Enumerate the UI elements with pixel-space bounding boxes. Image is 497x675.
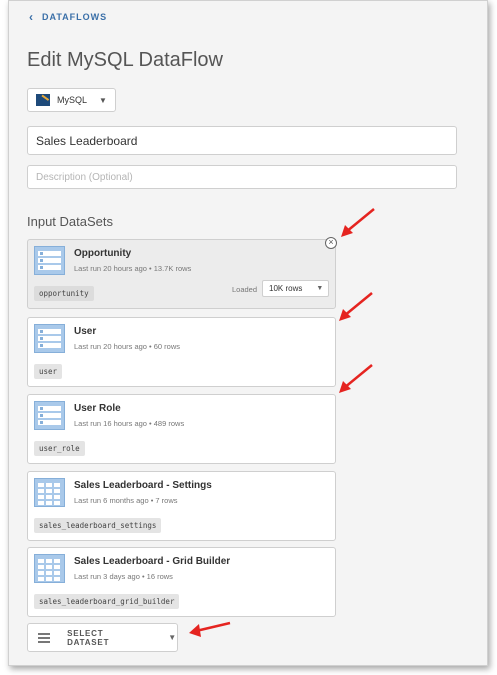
dataset-name: User Role [74, 403, 121, 414]
loaded-label: Loaded [232, 285, 258, 294]
mysql-logo-icon [36, 94, 50, 106]
chevron-down-icon: ▼ [168, 633, 177, 642]
chevron-down-icon: ▼ [99, 95, 107, 105]
loaded-rows-value: 10K rows [269, 284, 303, 293]
dataset-alias-tag: user [34, 364, 63, 379]
description-input[interactable]: Description (Optional) [27, 165, 457, 189]
table-rows-icon [34, 324, 65, 353]
select-dataset-label: SELECT DATASET [67, 628, 110, 647]
dataset-name: Sales Leaderboard - Settings [74, 480, 212, 491]
table-rows-icon [34, 246, 65, 275]
back-link-label: DATAFLOWS [42, 12, 108, 22]
page-title: Edit MySQL DataFlow [27, 49, 223, 71]
connector-select-label: MySQL [57, 95, 88, 105]
dataset-alias-tag: sales_leaderboard_settings [34, 518, 162, 533]
dataset-card-leaderboard-grid-builder[interactable]: Sales Leaderboard - Grid Builder Last ru… [27, 547, 336, 617]
dataset-name: Opportunity [74, 248, 132, 259]
chevron-left-icon: ‹ [29, 9, 34, 24]
dataflow-name-input[interactable]: Sales Leaderboard [27, 126, 457, 155]
dataset-meta: Last run 6 months ago • 7 rows [74, 496, 178, 505]
dataset-meta: Last run 3 days ago • 16 rows [74, 572, 173, 581]
remove-dataset-close-icon[interactable]: × [325, 237, 337, 249]
select-dataset-button[interactable]: SELECT DATASET ▼ [27, 623, 178, 652]
dataset-card-user[interactable]: User Last run 20 hours ago • 60 rows use… [27, 317, 336, 387]
chevron-down-icon: ▼ [316, 285, 324, 292]
annotation-arrow-icon [339, 364, 373, 393]
list-icon [38, 633, 50, 643]
dataflow-editor-window: ‹ DATAFLOWS Edit MySQL DataFlow MySQL ▼ … [8, 0, 488, 666]
dataset-card-opportunity[interactable]: Opportunity Last run 20 hours ago • 13.7… [27, 237, 337, 309]
dataset-alias-tag: sales_leaderboard_grid_builder [34, 594, 180, 609]
dataset-name: User [74, 326, 97, 337]
table-rows-icon [34, 401, 65, 430]
dataset-alias-tag: opportunity [34, 286, 94, 301]
loaded-rows-select[interactable]: 10K rows ▼ [262, 280, 329, 297]
table-grid-icon [34, 554, 65, 583]
table-grid-icon [34, 478, 65, 507]
dataset-card-leaderboard-settings[interactable]: Sales Leaderboard - Settings Last run 6 … [27, 471, 336, 541]
dataset-name: Sales Leaderboard - Grid Builder [74, 556, 231, 567]
back-link[interactable]: ‹ DATAFLOWS [29, 9, 108, 24]
dataset-alias-tag: user_role [34, 441, 85, 456]
dataset-meta: Last run 16 hours ago • 489 rows [74, 419, 185, 428]
dataset-card-user-role[interactable]: User Role Last run 16 hours ago • 489 ro… [27, 394, 336, 464]
section-title-input-datasets: Input DataSets [27, 214, 113, 229]
annotation-arrow-icon [341, 208, 375, 237]
annotation-arrow-icon [339, 292, 373, 321]
dataset-meta: Last run 20 hours ago • 60 rows [74, 342, 181, 351]
annotation-arrow-icon [189, 621, 231, 637]
dataset-meta: Last run 20 hours ago • 13.7K rows [74, 264, 192, 273]
connector-select[interactable]: MySQL ▼ [27, 88, 116, 112]
